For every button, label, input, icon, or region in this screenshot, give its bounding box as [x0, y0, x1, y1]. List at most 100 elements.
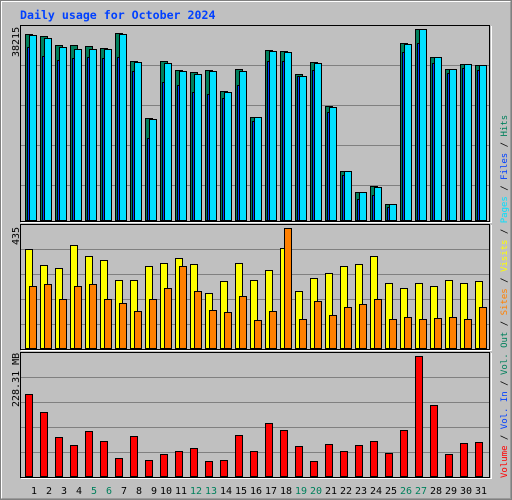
legend-separator: / [500, 180, 510, 196]
x-tick-label: 6 [106, 486, 112, 497]
legend-item-visits: Visits [500, 240, 510, 273]
legend-item-vol-out: Vol. Out [500, 332, 510, 375]
bar-volume-day-13 [205, 461, 213, 477]
x-tick-label: 13 [205, 486, 217, 497]
bar-pages-day-27 [419, 29, 427, 221]
bar-sites-day-2 [44, 284, 52, 349]
bar-volume-day-16 [250, 451, 258, 477]
legend: Volume / Vol. In / Vol. Out / Sites / Vi… [500, 115, 510, 478]
bar-pages-day-15 [239, 71, 247, 221]
bar-sites-day-24 [374, 299, 382, 349]
bar-sites-day-3 [59, 299, 67, 349]
bar-pages-day-25 [389, 204, 397, 221]
legend-separator: / [500, 137, 510, 153]
x-tick-label: 3 [61, 486, 67, 497]
bar-pages-day-28 [434, 57, 442, 221]
x-tick-label: 31 [475, 486, 487, 497]
bar-pages-day-29 [449, 69, 457, 221]
bars [25, 29, 487, 477]
legend-item-hits: Hits [500, 115, 510, 137]
bar-sites-day-22 [344, 307, 352, 349]
bar-sites-day-20 [314, 301, 322, 349]
bar-pages-day-21 [329, 107, 337, 221]
bar-pages-day-8 [134, 62, 142, 221]
bar-volume-day-15 [235, 435, 243, 477]
bar-volume-day-11 [175, 451, 183, 477]
bar-volume-day-25 [385, 453, 393, 477]
bar-pages-day-10 [164, 63, 172, 221]
y-max-label-hits: 38215 [11, 27, 22, 57]
bar-sites-day-31 [479, 307, 487, 349]
x-tick-label: 29 [445, 486, 457, 497]
bar-pages-day-26 [404, 44, 412, 221]
bar-pages-day-16 [254, 117, 262, 221]
bar-pages-day-17 [269, 51, 277, 221]
x-tick-label: 22 [340, 486, 352, 497]
bar-pages-day-5 [89, 49, 97, 221]
bar-pages-day-11 [179, 71, 187, 221]
bar-volume-day-20 [310, 461, 318, 477]
x-tick-label: 9 [151, 486, 157, 497]
bar-sites-day-18 [284, 228, 292, 349]
y-max-label-volume: 228.31 MB [11, 353, 22, 407]
bar-sites-day-5 [89, 284, 97, 349]
bar-volume-day-5 [85, 431, 93, 477]
bar-sites-day-30 [464, 319, 472, 349]
bar-volume-day-31 [475, 442, 483, 477]
bar-volume-day-12 [190, 448, 198, 477]
bar-volume-day-22 [340, 451, 348, 477]
daily-usage-graph: Daily usage for October 2024 38215 435 2… [0, 0, 512, 500]
bar-sites-day-15 [239, 296, 247, 349]
legend-item-pages: Pages [500, 196, 510, 223]
bar-sites-day-21 [329, 315, 337, 349]
bar-pages-day-6 [104, 49, 112, 221]
x-tick-label: 11 [175, 486, 187, 497]
bar-sites-day-12 [194, 291, 202, 349]
x-tick-label: 25 [385, 486, 397, 497]
x-tick-label: 15 [235, 486, 247, 497]
bar-volume-day-23 [355, 445, 363, 477]
bar-sites-day-14 [224, 312, 232, 349]
bar-sites-day-28 [434, 318, 442, 349]
bar-volume-day-28 [430, 405, 438, 477]
bar-pages-day-13 [209, 71, 217, 221]
bar-volume-day-14 [220, 460, 228, 477]
bar-pages-day-20 [314, 63, 322, 221]
bar-pages-day-30 [464, 64, 472, 221]
x-tick-label: 16 [250, 486, 262, 497]
legend-separator: / [500, 375, 510, 391]
bar-pages-day-9 [149, 119, 157, 221]
x-tick-label: 19 [295, 486, 307, 497]
x-tick-label: 24 [370, 486, 382, 497]
bar-volume-day-10 [160, 454, 168, 477]
bar-pages-day-23 [359, 192, 367, 221]
bar-sites-day-26 [404, 317, 412, 349]
charts-canvas: Daily usage for October 2024 38215 435 2… [0, 0, 512, 500]
bar-sites-day-9 [149, 299, 157, 349]
x-tick-label: 5 [91, 486, 97, 497]
bar-pages-day-3 [59, 47, 67, 221]
bar-pages-day-12 [194, 74, 202, 221]
bar-sites-day-29 [449, 317, 457, 349]
bar-volume-day-27 [415, 356, 423, 477]
bar-volume-day-1 [25, 394, 33, 477]
y-max-label-visits: 435 [11, 227, 22, 245]
bar-pages-day-31 [479, 65, 487, 221]
bar-pages-day-19 [299, 76, 307, 221]
chart-title: Daily usage for October 2024 [20, 8, 215, 22]
bar-sites-day-8 [134, 311, 142, 349]
x-tick-label: 28 [430, 486, 442, 497]
bar-volume-day-21 [325, 444, 333, 477]
bar-pages-day-18 [284, 52, 292, 221]
legend-item-volume: Volume [500, 445, 510, 478]
x-tick-label: 18 [280, 486, 292, 497]
x-tick-label: 17 [265, 486, 277, 497]
x-tick-label: 1 [31, 486, 37, 497]
x-tick-label: 4 [76, 486, 82, 497]
bar-sites-day-11 [179, 266, 187, 349]
bar-volume-day-29 [445, 454, 453, 477]
x-tick-label: 14 [220, 486, 232, 497]
x-tick-label: 21 [325, 486, 337, 497]
bar-pages-day-14 [224, 92, 232, 221]
x-axis-labels: 1 2 3 4 5 6 7 8 9 10 11 12 13 14 15 16 17 18 19 20 21 22 23 24 2… [31, 486, 487, 497]
